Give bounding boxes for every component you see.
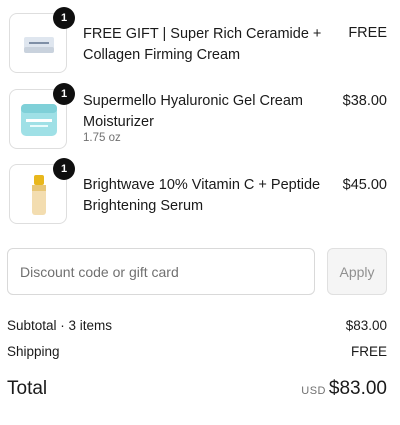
shipping-value: FREE xyxy=(350,344,387,359)
product-price: $38.00 xyxy=(342,93,387,109)
product-name: FREE GIFT | Super Rich Ceramide + Collag… xyxy=(83,26,322,63)
product-name: Brightwave 10% Vitamin C + Peptide Brigh… xyxy=(83,177,321,214)
subtotal-value: $83.00 xyxy=(345,318,387,333)
discount-placeholder: Discount code or gift card xyxy=(20,263,179,280)
total-value: $83.00 xyxy=(328,378,387,399)
subtotal-label: Subtotal · 3 items xyxy=(7,318,113,333)
quantity-badge: 1 xyxy=(53,158,75,180)
apply-label: Apply xyxy=(339,263,375,280)
total-label: Total xyxy=(7,378,48,399)
quantity-badge: 1 xyxy=(53,7,75,29)
apply-button[interactable]: Apply xyxy=(327,248,387,295)
product-variant: 1.75 oz xyxy=(83,132,121,144)
product-thumbnail: 1 xyxy=(9,83,75,149)
product-thumbnail: 1 xyxy=(9,158,75,224)
discount-code-input[interactable]: Discount code or gift card xyxy=(7,248,315,295)
currency-code: USD xyxy=(301,385,326,397)
product-price: FREE xyxy=(348,25,387,41)
product-price: $45.00 xyxy=(342,177,387,193)
product-name: Supermello Hyaluronic Gel Cream Moisturi… xyxy=(83,93,303,130)
product-thumbnail: 1 xyxy=(9,7,75,73)
shipping-label: Shipping xyxy=(7,344,60,359)
quantity-badge: 1 xyxy=(53,83,75,105)
